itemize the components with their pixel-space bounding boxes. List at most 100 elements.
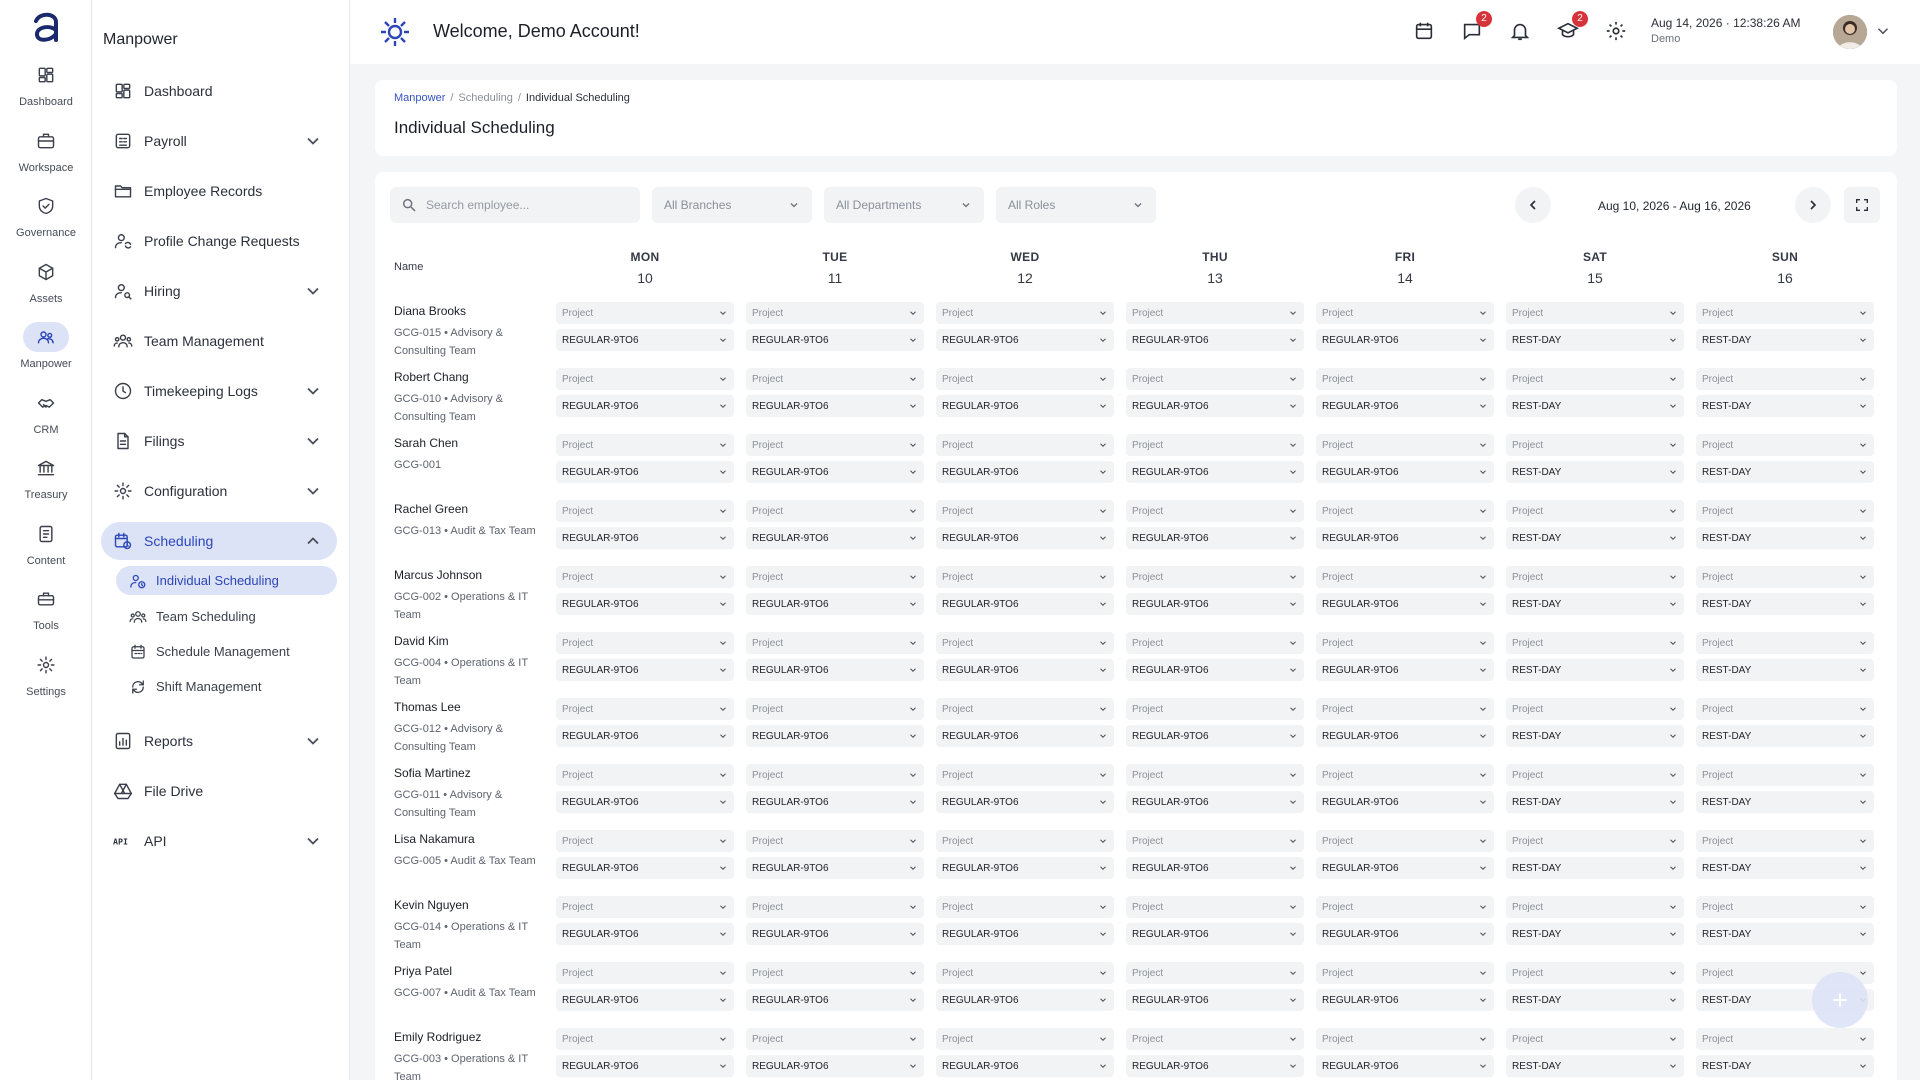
shift-select[interactable]: REGULAR-9TO6 bbox=[746, 659, 924, 681]
avatar[interactable] bbox=[1833, 15, 1867, 49]
menu-item-scheduling[interactable]: Scheduling bbox=[101, 522, 337, 560]
shift-select[interactable]: REGULAR-9TO6 bbox=[1126, 923, 1304, 945]
project-select[interactable]: Project bbox=[556, 566, 734, 588]
project-select[interactable]: Project bbox=[936, 368, 1114, 390]
menu-item-reports[interactable]: Reports bbox=[101, 722, 337, 760]
project-select[interactable]: Project bbox=[936, 302, 1114, 324]
shift-select[interactable]: REGULAR-9TO6 bbox=[1316, 593, 1494, 615]
shift-select[interactable]: REST-DAY bbox=[1696, 395, 1874, 417]
add-button[interactable] bbox=[1812, 972, 1868, 1028]
shift-select[interactable]: REGULAR-9TO6 bbox=[746, 593, 924, 615]
menu-item-filings[interactable]: Filings bbox=[101, 422, 337, 460]
shift-select[interactable]: REGULAR-9TO6 bbox=[936, 659, 1114, 681]
project-select[interactable]: Project bbox=[1696, 896, 1874, 918]
project-select[interactable]: Project bbox=[1126, 500, 1304, 522]
shift-select[interactable]: REST-DAY bbox=[1506, 791, 1684, 813]
rail-item-tools[interactable]: Tools bbox=[0, 584, 92, 644]
rail-item-dashboard[interactable]: Dashboard bbox=[0, 60, 92, 120]
shift-select[interactable]: REST-DAY bbox=[1506, 527, 1684, 549]
project-select[interactable]: Project bbox=[1506, 764, 1684, 786]
shift-select[interactable]: REGULAR-9TO6 bbox=[556, 527, 734, 549]
shift-select[interactable]: REGULAR-9TO6 bbox=[936, 593, 1114, 615]
menu-item-api[interactable]: API API bbox=[101, 822, 337, 860]
project-select[interactable]: Project bbox=[1316, 302, 1494, 324]
project-select[interactable]: Project bbox=[1696, 302, 1874, 324]
project-select[interactable]: Project bbox=[936, 632, 1114, 654]
project-select[interactable]: Project bbox=[746, 962, 924, 984]
project-select[interactable]: Project bbox=[936, 1028, 1114, 1050]
project-select[interactable]: Project bbox=[1126, 764, 1304, 786]
project-select[interactable]: Project bbox=[1696, 500, 1874, 522]
bell-icon[interactable] bbox=[1509, 20, 1531, 42]
shift-select[interactable]: REGULAR-9TO6 bbox=[556, 329, 734, 351]
project-select[interactable]: Project bbox=[556, 830, 734, 852]
project-select[interactable]: Project bbox=[1506, 830, 1684, 852]
shift-select[interactable]: REGULAR-9TO6 bbox=[1316, 329, 1494, 351]
shift-select[interactable]: REGULAR-9TO6 bbox=[1126, 329, 1304, 351]
shift-select[interactable]: REGULAR-9TO6 bbox=[556, 593, 734, 615]
project-select[interactable]: Project bbox=[1316, 434, 1494, 456]
project-select[interactable]: Project bbox=[1696, 434, 1874, 456]
shift-select[interactable]: REST-DAY bbox=[1506, 923, 1684, 945]
fullscreen-button[interactable] bbox=[1844, 187, 1880, 223]
project-select[interactable]: Project bbox=[1696, 698, 1874, 720]
search-input[interactable] bbox=[426, 198, 626, 212]
shift-select[interactable]: REGULAR-9TO6 bbox=[936, 857, 1114, 879]
submenu-item-schedule-management[interactable]: Schedule Management bbox=[116, 637, 337, 666]
branch-filter[interactable]: All Branches bbox=[652, 187, 812, 223]
menu-item-file-drive[interactable]: File Drive bbox=[101, 772, 337, 810]
project-select[interactable]: Project bbox=[556, 632, 734, 654]
shift-select[interactable]: REGULAR-9TO6 bbox=[556, 857, 734, 879]
shift-select[interactable]: REGULAR-9TO6 bbox=[1316, 725, 1494, 747]
shift-select[interactable]: REGULAR-9TO6 bbox=[936, 461, 1114, 483]
project-select[interactable]: Project bbox=[1696, 632, 1874, 654]
shift-select[interactable]: REGULAR-9TO6 bbox=[746, 461, 924, 483]
menu-item-team-management[interactable]: Team Management bbox=[101, 322, 337, 360]
gear-icon[interactable] bbox=[1605, 20, 1627, 42]
project-select[interactable]: Project bbox=[1316, 368, 1494, 390]
shift-select[interactable]: REST-DAY bbox=[1506, 1055, 1684, 1077]
prev-week-button[interactable] bbox=[1515, 187, 1551, 223]
shift-select[interactable]: REGULAR-9TO6 bbox=[936, 791, 1114, 813]
project-select[interactable]: Project bbox=[1316, 764, 1494, 786]
project-select[interactable]: Project bbox=[1126, 896, 1304, 918]
project-select[interactable]: Project bbox=[556, 698, 734, 720]
shift-select[interactable]: REGULAR-9TO6 bbox=[746, 791, 924, 813]
shift-select[interactable]: REGULAR-9TO6 bbox=[1126, 395, 1304, 417]
project-select[interactable]: Project bbox=[1126, 632, 1304, 654]
shift-select[interactable]: REGULAR-9TO6 bbox=[746, 329, 924, 351]
submenu-item-team-scheduling[interactable]: Team Scheduling bbox=[116, 602, 337, 631]
shift-select[interactable]: REGULAR-9TO6 bbox=[556, 791, 734, 813]
shift-select[interactable]: REST-DAY bbox=[1506, 395, 1684, 417]
project-select[interactable]: Project bbox=[1506, 896, 1684, 918]
shift-select[interactable]: REGULAR-9TO6 bbox=[1316, 989, 1494, 1011]
project-select[interactable]: Project bbox=[556, 1028, 734, 1050]
shift-select[interactable]: REST-DAY bbox=[1506, 725, 1684, 747]
project-select[interactable]: Project bbox=[1316, 962, 1494, 984]
project-select[interactable]: Project bbox=[1126, 962, 1304, 984]
rail-item-settings[interactable]: Settings bbox=[0, 650, 92, 710]
shift-select[interactable]: REGULAR-9TO6 bbox=[936, 1055, 1114, 1077]
shift-select[interactable]: REGULAR-9TO6 bbox=[746, 395, 924, 417]
shift-select[interactable]: REGULAR-9TO6 bbox=[1316, 659, 1494, 681]
project-select[interactable]: Project bbox=[1696, 368, 1874, 390]
submenu-item-individual-scheduling[interactable]: Individual Scheduling bbox=[116, 566, 337, 595]
shift-select[interactable]: REGULAR-9TO6 bbox=[556, 461, 734, 483]
shift-select[interactable]: REGULAR-9TO6 bbox=[936, 527, 1114, 549]
project-select[interactable]: Project bbox=[556, 896, 734, 918]
shift-select[interactable]: REGULAR-9TO6 bbox=[556, 659, 734, 681]
project-select[interactable]: Project bbox=[1696, 830, 1874, 852]
shift-select[interactable]: REGULAR-9TO6 bbox=[1126, 593, 1304, 615]
shift-select[interactable]: REGULAR-9TO6 bbox=[1316, 395, 1494, 417]
shift-select[interactable]: REGULAR-9TO6 bbox=[746, 527, 924, 549]
breadcrumb-manpower[interactable]: Manpower bbox=[394, 92, 445, 104]
shift-select[interactable]: REGULAR-9TO6 bbox=[1126, 791, 1304, 813]
project-select[interactable]: Project bbox=[746, 632, 924, 654]
project-select[interactable]: Project bbox=[1506, 632, 1684, 654]
shift-select[interactable]: REGULAR-9TO6 bbox=[1316, 527, 1494, 549]
project-select[interactable]: Project bbox=[1316, 566, 1494, 588]
graduation-cap-icon[interactable]: 2 bbox=[1557, 11, 1588, 42]
shift-select[interactable]: REGULAR-9TO6 bbox=[556, 725, 734, 747]
menu-item-hiring[interactable]: Hiring bbox=[101, 272, 337, 310]
menu-item-dashboard[interactable]: Dashboard bbox=[101, 72, 337, 110]
